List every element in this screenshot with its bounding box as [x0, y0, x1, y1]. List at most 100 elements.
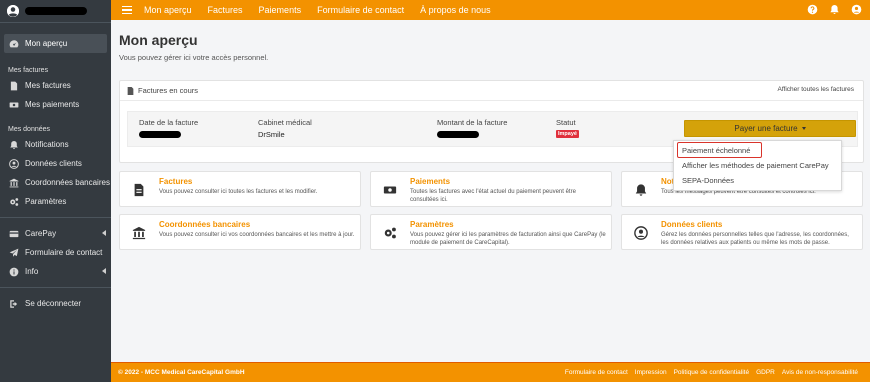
- credit-card-icon: [9, 229, 19, 239]
- bell-icon: [9, 140, 19, 150]
- tile-title: Coordonnées bancaires: [159, 220, 251, 229]
- user-avatar-icon: [7, 5, 19, 17]
- sidebar-item-label: Mes factures: [25, 81, 71, 90]
- sidebar-item-carepay[interactable]: CarePay: [0, 224, 111, 243]
- paper-plane-icon: [9, 248, 19, 258]
- sidebar-item-bank-details[interactable]: Coordonnées bancaires: [0, 173, 111, 192]
- money-bill-icon: [9, 100, 19, 110]
- file-icon: [127, 86, 134, 95]
- footer-link-contact[interactable]: Formulaire de contact: [565, 369, 628, 376]
- sidebar-item-settings[interactable]: Paramètres: [0, 192, 111, 211]
- user-circle-icon: [634, 226, 648, 240]
- bell-icon: [634, 183, 648, 197]
- nav-about-us[interactable]: À propos de nous: [420, 5, 491, 15]
- sidebar: Mon aperçu Mes factures Mes factures Mes…: [0, 0, 111, 382]
- pay-invoice-label: Payer une facture: [734, 124, 798, 133]
- sidebar-item-client-data[interactable]: Données clients: [0, 154, 111, 173]
- sidebar-item-label: Info: [25, 267, 39, 276]
- sidebar-item-label: Se déconnecter: [25, 299, 82, 308]
- tile-payments[interactable]: Paiements Toutes les factures avec l'éta…: [370, 171, 612, 207]
- invoice-date-redacted: [139, 131, 181, 138]
- tile-invoices[interactable]: Factures Vous pouvez consulter ici toute…: [119, 171, 361, 207]
- pay-invoice-dropdown: Paiement échelonné Afficher les méthodes…: [673, 140, 842, 191]
- tile-description: Vous pouvez gérer ici les paramètres de …: [410, 232, 606, 246]
- invoice-amount-col: Montant de la facture: [437, 118, 507, 138]
- nav-overview[interactable]: Mon aperçu: [144, 5, 192, 15]
- dropdown-item-sepa[interactable]: SEPA-Données: [674, 173, 841, 188]
- tile-description: Gérez les données personnelles telles qu…: [661, 232, 849, 246]
- help-icon[interactable]: [807, 4, 818, 15]
- sidebar-divider: [0, 217, 111, 218]
- sign-out-icon: [9, 299, 19, 309]
- invoice-date-col: Date de la facture: [139, 118, 198, 138]
- main-content: Mon aperçu Vous pouvez gérer ici votre a…: [111, 20, 870, 362]
- tile-title: Données clients: [661, 220, 723, 229]
- chevron-left-icon: [102, 268, 106, 274]
- pay-invoice-button[interactable]: Payer une facture: [684, 120, 856, 137]
- info-circle-icon: [9, 267, 19, 277]
- sidebar-item-overview[interactable]: Mon aperçu: [4, 34, 107, 53]
- user-name-redacted: [25, 7, 87, 15]
- invoice-cabinet-label: Cabinet médical: [258, 118, 312, 127]
- sidebar-section-invoices: Mes factures: [8, 67, 49, 74]
- footer-copyright: © 2022 - MCC Medical CareCapital GmbH: [118, 369, 245, 376]
- sidebar-item-label: CarePay: [25, 229, 57, 238]
- file-invoice-icon: [132, 183, 146, 197]
- nav-payments[interactable]: Paiements: [259, 5, 302, 15]
- dropdown-item-installment[interactable]: Paiement échelonné: [677, 142, 762, 158]
- sidebar-item-notifications[interactable]: Notifications: [0, 135, 111, 154]
- sidebar-item-my-invoices[interactable]: Mes factures: [0, 76, 111, 95]
- tile-title: Factures: [159, 177, 193, 186]
- sidebar-section-data: Mes données: [8, 126, 51, 133]
- tile-client-data[interactable]: Données clients Gérez les données person…: [621, 214, 863, 250]
- show-all-invoices-link[interactable]: Afficher toutes les factures: [778, 86, 854, 93]
- invoice-date-label: Date de la facture: [139, 118, 199, 127]
- open-invoices-header: Factures en cours Afficher toutes les fa…: [120, 81, 863, 101]
- footer-link-disclaimer[interactable]: Avis de non-responsabilité: [782, 369, 858, 376]
- sidebar-item-my-payments[interactable]: Mes paiements: [0, 95, 111, 114]
- invoice-amount-redacted: [437, 131, 479, 138]
- invoice-status-label: Statut: [556, 118, 576, 127]
- sidebar-item-logout[interactable]: Se déconnecter: [0, 294, 111, 313]
- footer-link-gdpr[interactable]: GDPR: [756, 369, 775, 376]
- tile-title: Paramètres: [410, 220, 454, 229]
- invoice-cabinet-value: DrSmile: [258, 130, 285, 139]
- sidebar-item-label: Mes paiements: [25, 100, 80, 109]
- sidebar-item-label: Coordonnées bancaires: [25, 178, 110, 187]
- footer: © 2022 - MCC Medical CareCapital GmbH Fo…: [111, 362, 870, 382]
- menu-toggle-icon[interactable]: [122, 4, 132, 17]
- sidebar-divider: [0, 287, 111, 288]
- caret-down-icon: [801, 127, 806, 130]
- dropdown-item-carepay-methods[interactable]: Afficher les méthodes de paiement CarePa…: [674, 158, 841, 173]
- sidebar-item-label: Données clients: [25, 159, 82, 168]
- open-invoices-title: Factures en cours: [138, 86, 199, 95]
- file-icon: [9, 81, 19, 91]
- status-badge: Impayé: [556, 130, 579, 138]
- tile-settings[interactable]: Paramètres Vous pouvez gérer ici les par…: [370, 214, 612, 250]
- sidebar-item-info[interactable]: Info: [0, 262, 111, 281]
- top-navbar: Mon aperçu Factures Paiements Formulaire…: [111, 0, 870, 20]
- page-subtitle: Vous pouvez gérer ici votre accès person…: [119, 53, 269, 62]
- page-title: Mon aperçu: [119, 32, 198, 48]
- tile-bank-details[interactable]: Coordonnées bancaires Vous pouvez consul…: [119, 214, 361, 250]
- user-circle-icon: [9, 158, 19, 169]
- bank-icon: [9, 178, 19, 188]
- nav-invoices[interactable]: Factures: [208, 5, 243, 15]
- tile-description: Vous pouvez consulter ici vos coordonnée…: [159, 232, 355, 238]
- cogs-icon: [9, 197, 19, 207]
- sidebar-item-label: Mon aperçu: [25, 39, 68, 48]
- cogs-icon: [383, 226, 397, 240]
- sidebar-user[interactable]: [0, 0, 111, 23]
- user-circle-icon[interactable]: [851, 4, 862, 15]
- footer-link-privacy[interactable]: Politique de confidentialité: [674, 369, 750, 376]
- invoice-amount-label: Montant de la facture: [437, 118, 508, 127]
- tile-title: Paiements: [410, 177, 451, 186]
- sidebar-item-label: Formulaire de contact: [25, 248, 103, 257]
- footer-link-imprint[interactable]: Impression: [635, 369, 667, 376]
- sidebar-item-label: Paramètres: [25, 197, 67, 206]
- bell-icon[interactable]: [829, 4, 840, 15]
- nav-contact-form[interactable]: Formulaire de contact: [317, 5, 404, 15]
- tile-description: Toutes les factures avec l'état actuel d…: [410, 189, 576, 203]
- chevron-left-icon: [102, 230, 106, 236]
- sidebar-item-contact-form[interactable]: Formulaire de contact: [0, 243, 111, 262]
